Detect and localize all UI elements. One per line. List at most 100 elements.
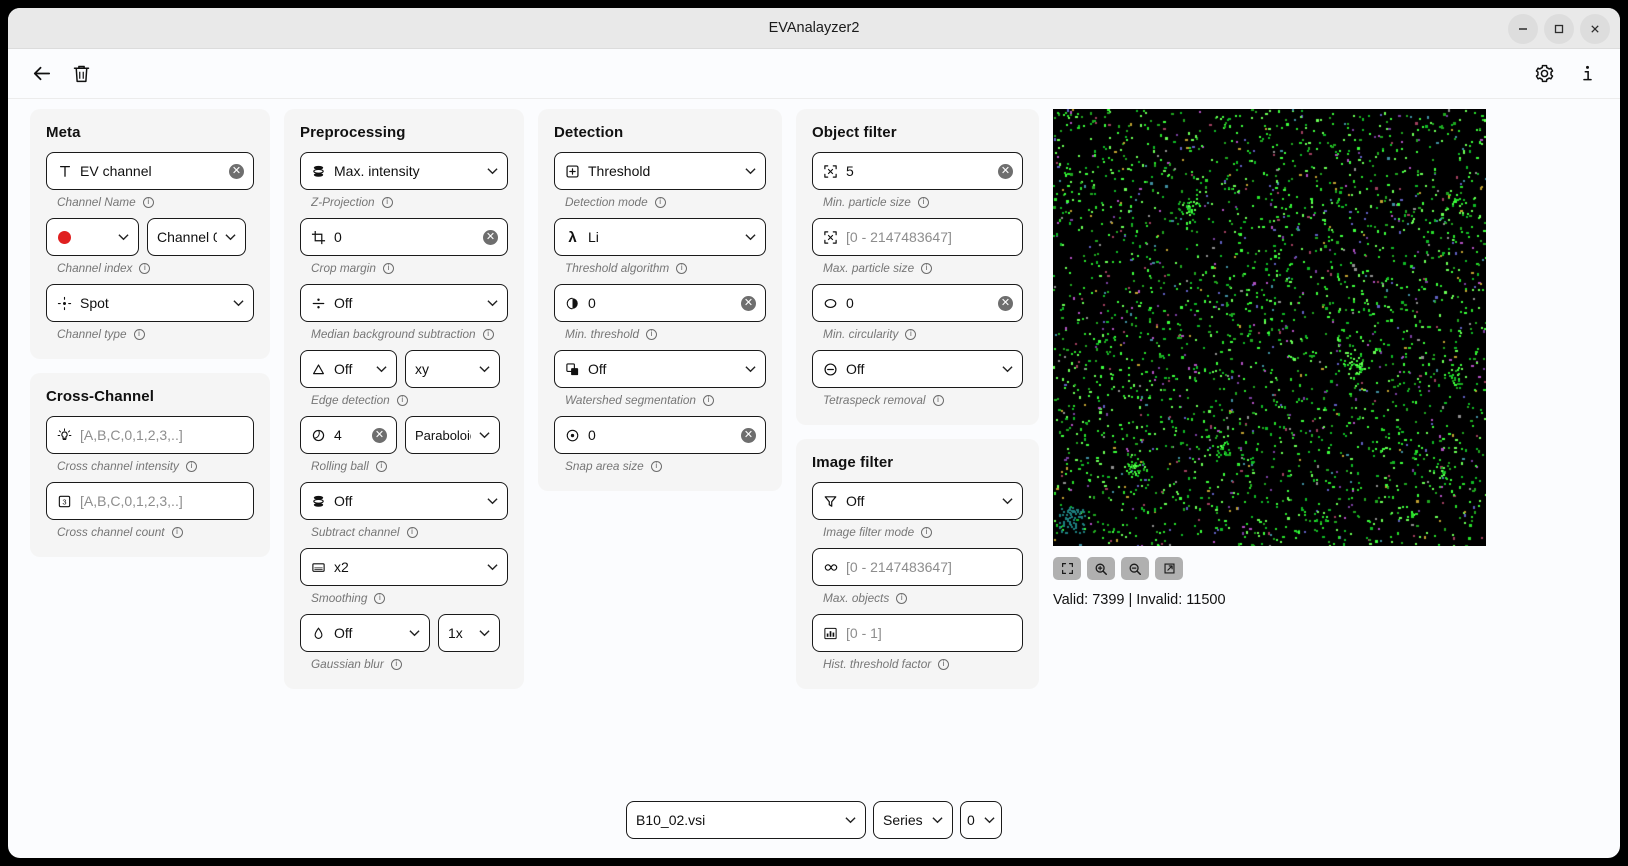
back-arrow-icon[interactable] (30, 62, 53, 85)
info-icon[interactable]: i (917, 196, 929, 208)
gear-icon[interactable] (1534, 63, 1555, 84)
caption-channel-type: Channel type i (57, 327, 254, 341)
lambda-icon: λ (568, 228, 577, 246)
file-select[interactable]: B10_02.vsi (626, 801, 866, 839)
rolling-ball-input[interactable]: 4 ✕ (300, 416, 397, 454)
channel-name-value: EV channel (80, 163, 152, 179)
series-select[interactable]: Series 0 (873, 801, 953, 839)
info-icon[interactable]: i (482, 328, 494, 340)
counter-icon: 3 (56, 493, 73, 510)
panel-preprocessing: Preprocessing Max. intensity Z-Projectio… (284, 109, 524, 689)
panel-object-filter: Object filter 5 ✕ Min. particle size i [0… (796, 109, 1039, 425)
caption-z-projection: Z-Projection i (311, 195, 508, 209)
detection-mode-select[interactable]: Threshold (554, 152, 766, 190)
close-button[interactable] (1580, 13, 1610, 44)
panel-title-image-filter: Image filter (812, 454, 894, 471)
channel-index-select[interactable]: Channel 0 (147, 218, 246, 256)
info-icon[interactable]: i (185, 460, 197, 472)
edge-detection-select[interactable]: Off (300, 350, 397, 388)
watershed-segmentation-select[interactable]: Off (554, 350, 766, 388)
chevron-down-icon (478, 429, 490, 441)
info-icon[interactable]: i (676, 262, 688, 274)
min-particle-size-input[interactable]: 5 ✕ (812, 152, 1023, 190)
info-icon[interactable]: i (905, 328, 917, 340)
snap-area-size-input[interactable]: 0 ✕ (554, 416, 766, 454)
clear-icon[interactable]: ✕ (998, 295, 1013, 311)
file-select-value: B10_02.vsi (636, 812, 706, 828)
info-icon[interactable]: i (646, 328, 658, 340)
image-filter-mode-select[interactable]: Off (812, 482, 1023, 520)
gaussian-blur-repeat-select[interactable]: 1x (438, 614, 500, 652)
clear-icon[interactable]: ✕ (998, 163, 1013, 179)
info-icon[interactable]: i (375, 460, 387, 472)
max-particle-size-input[interactable]: [0 - 2147483647] (812, 218, 1023, 256)
info-icon[interactable]: i (406, 526, 418, 538)
clear-icon[interactable]: ✕ (372, 427, 387, 443)
info-icon[interactable]: i (374, 592, 386, 604)
index-select[interactable]: 0 (960, 801, 1002, 839)
rolling-ball-shape-select[interactable]: Paraboloid (405, 416, 500, 454)
trash-icon[interactable] (71, 63, 92, 84)
z-projection-select[interactable]: Max. intensity (300, 152, 508, 190)
info-icon[interactable]: i (938, 658, 950, 670)
clear-icon[interactable]: ✕ (229, 163, 244, 179)
median-background-subtraction-select[interactable]: Off (300, 284, 508, 322)
image-filter-mode-value: Off (846, 493, 865, 509)
info-icon[interactable]: i (654, 196, 666, 208)
min-particle-size-value: 5 (846, 163, 854, 179)
clear-icon[interactable]: ✕ (741, 295, 756, 311)
tetraspeck-removal-select[interactable]: Off (812, 350, 1023, 388)
info-icon[interactable]: i (396, 394, 408, 406)
crop-margin-input[interactable]: 0 ✕ (300, 218, 508, 256)
clear-icon[interactable]: ✕ (741, 427, 756, 443)
max-objects-input[interactable]: [0 - 2147483647] (812, 548, 1023, 586)
maximize-button[interactable] (1544, 13, 1574, 44)
cross-channel-count-input[interactable]: 3 [A,B,C,0,1,2,3,..] (46, 482, 254, 520)
snap-icon (564, 427, 581, 444)
minimize-button[interactable] (1508, 13, 1538, 44)
clear-icon[interactable]: ✕ (483, 229, 498, 245)
min-circularity-input[interactable]: 0 ✕ (812, 284, 1023, 322)
tetraspeck-removal-value: Off (846, 361, 865, 377)
index-select-value: 0 (967, 812, 975, 828)
info-icon[interactable] (1577, 63, 1598, 84)
info-icon[interactable]: i (650, 460, 662, 472)
info-icon[interactable]: i (382, 262, 394, 274)
zoom-out-icon[interactable] (1121, 557, 1149, 580)
info-icon[interactable]: i (133, 328, 145, 340)
info-icon[interactable]: i (921, 526, 933, 538)
edge-detection-axis-select[interactable]: xy (405, 350, 500, 388)
chevron-down-icon (744, 165, 756, 177)
info-icon[interactable]: i (139, 262, 151, 274)
threshold-algorithm-select[interactable]: λ Li (554, 218, 766, 256)
infinity-icon (822, 559, 839, 576)
channel-name-input[interactable]: EV channel ✕ (46, 152, 254, 190)
info-icon[interactable]: i (171, 526, 183, 538)
subtract-channel-select[interactable]: Off (300, 482, 508, 520)
info-icon[interactable]: i (896, 592, 908, 604)
crop-icon (310, 229, 327, 246)
info-icon[interactable]: i (381, 196, 393, 208)
info-icon[interactable]: i (932, 394, 944, 406)
gaussian-blur-select[interactable]: Off (300, 614, 430, 652)
smoothing-select[interactable]: x2 (300, 548, 508, 586)
histogram-icon (822, 625, 839, 642)
channel-type-select[interactable]: Spot (46, 284, 254, 322)
text-icon (56, 163, 73, 180)
hist-threshold-factor-input[interactable]: [0 - 1] (812, 614, 1023, 652)
zoom-in-icon[interactable] (1087, 557, 1115, 580)
fit-screen-icon[interactable] (1053, 557, 1081, 580)
caption-threshold-algorithm: Threshold algorithm i (565, 261, 766, 275)
preview-status-text: Valid: 7399 | Invalid: 11500 (1053, 592, 1226, 608)
cross-channel-count-value: [A,B,C,0,1,2,3,..] (80, 493, 183, 509)
info-icon[interactable]: i (921, 262, 933, 274)
min-threshold-input[interactable]: 0 ✕ (554, 284, 766, 322)
info-icon[interactable]: i (702, 394, 714, 406)
cross-channel-intensity-input[interactable]: [A,B,C,0,1,2,3,..] (46, 416, 254, 454)
info-icon[interactable]: i (142, 196, 154, 208)
drop-icon (310, 625, 327, 642)
image-preview[interactable] (1053, 109, 1486, 546)
channel-color-select[interactable] (46, 218, 139, 256)
info-icon[interactable]: i (390, 658, 402, 670)
open-external-icon[interactable] (1155, 557, 1183, 580)
